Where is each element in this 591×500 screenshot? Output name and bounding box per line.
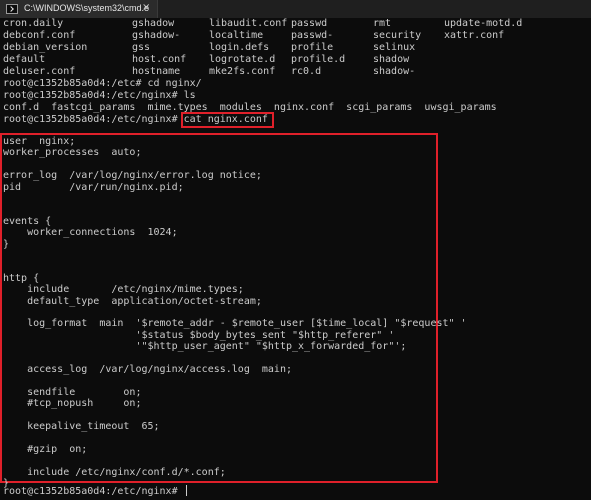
listing-entry: security — [373, 30, 422, 41]
config-line: '$status $body_bytes_sent "$http_referer… — [3, 329, 395, 341]
listing-entry: deluser.conf — [3, 66, 76, 77]
tab-title: C:\WINDOWS\system32\cmd.e — [24, 3, 150, 13]
config-line: error_log /var/log/nginx/error.log notic… — [3, 170, 262, 182]
listing-entry: localtime — [209, 30, 264, 41]
terminal-icon — [6, 4, 18, 14]
listing-entry: debian_version — [3, 42, 88, 53]
listing-entry: mke2fs.conf — [209, 66, 276, 77]
listing-entry: rmt — [373, 18, 392, 29]
config-line: access_log /var/log/nginx/access.log mai… — [3, 364, 292, 375]
listing-entry: passwd- — [291, 30, 334, 41]
config-line: worker_connections 1024; — [3, 227, 178, 239]
config-line: http { — [3, 272, 40, 284]
listing-entry: update-motd.d — [444, 18, 523, 29]
tab-cmd[interactable]: C:\WINDOWS\system32\cmd.e × — [0, 0, 158, 18]
config-line: include /etc/nginx/conf.d/*.conf; — [3, 466, 226, 478]
config-line: default_type application/octet-stream; — [3, 295, 262, 307]
config-line: sendfile on; — [3, 386, 142, 398]
prompt-cd-line: root@c1352b85a0d4:/etc# cd nginx/ — [3, 78, 202, 89]
config-line: keepalive_timeout 65; — [3, 421, 160, 432]
listing-entry: rc0.d — [291, 66, 322, 77]
config-line: user nginx; — [3, 136, 76, 147]
final-prompt-line: root@c1352b85a0d4:/etc/nginx# — [3, 485, 187, 497]
title-bar[interactable]: C:\WINDOWS\system32\cmd.e × — [0, 0, 591, 18]
close-tab-icon[interactable]: × — [142, 2, 150, 13]
listing-entry: selinux — [373, 42, 416, 53]
listing-entry: gss — [132, 42, 151, 53]
config-line: #tcp_nopush on; — [3, 398, 142, 410]
config-line: events { — [3, 215, 52, 227]
cat-target-highlight — [181, 112, 274, 128]
listing-entry: login.defs — [209, 42, 270, 53]
config-line: '"$http_user_agent" "$http_x_forwarded_f… — [3, 341, 407, 353]
listing-entry: profile — [291, 42, 334, 53]
config-line: } — [3, 238, 10, 250]
listing-entry: xattr.conf — [444, 30, 505, 41]
config-line: pid /var/run/nginx.pid; — [3, 181, 184, 193]
listing-entry: passwd — [291, 18, 328, 29]
listing-entry: debconf.conf — [3, 30, 76, 41]
listing-entry: default — [3, 54, 46, 65]
listing-entry: shadow- — [373, 66, 416, 77]
config-line: worker_processes auto; — [3, 147, 142, 159]
config-line: include /etc/nginx/mime.types; — [3, 284, 244, 296]
listing-entry: host.conf — [132, 54, 187, 65]
listing-entry: logrotate.d — [209, 54, 276, 65]
terminal-output[interactable]: cron.daily gshadow libaudit.conf passwd rmt u… — [0, 18, 591, 500]
listing-entry: shadow — [373, 54, 410, 65]
listing-entry: cron.daily — [3, 18, 64, 29]
listing-entry: gshadow- — [132, 30, 181, 41]
listing-entry: libaudit.conf — [209, 18, 288, 29]
config-line: log_format main '$remote_addr - $remote_… — [3, 318, 467, 330]
listing-entry: profile.d — [291, 54, 346, 65]
prompt-ls-line: root@c1352b85a0d4:/etc/nginx# ls — [3, 90, 196, 101]
listing-entry: gshadow — [132, 18, 175, 29]
final-prompt: root@c1352b85a0d4:/etc/nginx# — [3, 486, 184, 497]
prompt-cat-prefix: root@c1352b85a0d4:/etc/nginx# cat — [3, 114, 208, 125]
config-line: #gzip on; — [3, 443, 88, 455]
text-cursor — [185, 485, 187, 496]
listing-entry: hostname — [132, 66, 181, 77]
